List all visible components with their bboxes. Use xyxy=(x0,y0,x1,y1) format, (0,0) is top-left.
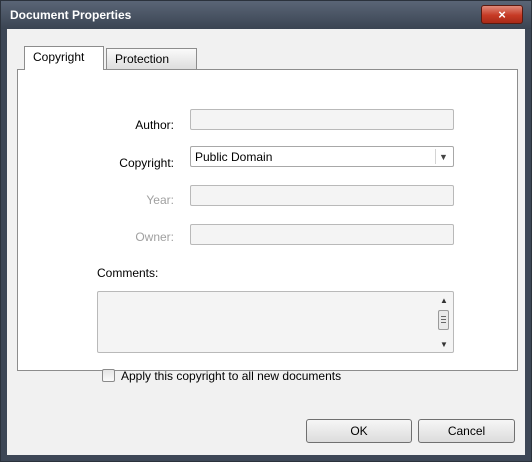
author-label: Author: xyxy=(135,118,174,132)
arrow-down-icon[interactable]: ▼ xyxy=(437,338,451,350)
tab-copyright-label: Copyright xyxy=(33,50,85,64)
comments-label: Comments: xyxy=(97,266,159,280)
dialog-body: Copyright Protection Author: Copyright: … xyxy=(7,29,525,455)
tab-copyright[interactable]: Copyright xyxy=(24,46,104,70)
ok-button[interactable]: OK xyxy=(306,419,412,443)
apply-copyright-checkbox[interactable] xyxy=(102,369,115,382)
copyright-label: Copyright: xyxy=(119,156,174,170)
apply-copyright-label: Apply this copyright to all new document… xyxy=(121,369,342,383)
tab-protection-label: Protection xyxy=(115,52,170,66)
ok-button-label: OK xyxy=(350,424,368,438)
copyright-tab-panel: Author: Copyright: Public Domain ▼ Year:… xyxy=(17,69,518,383)
cancel-button[interactable]: Cancel xyxy=(418,419,515,443)
document-properties-dialog: Document Properties × Copyright Protecti… xyxy=(0,0,532,462)
year-label: Year: xyxy=(146,193,174,207)
chevron-down-icon[interactable]: ▼ xyxy=(435,149,451,164)
title-bar[interactable]: Document Properties × xyxy=(1,1,531,29)
tab-protection[interactable]: Protection xyxy=(106,48,197,70)
copyright-selected-value: Public Domain xyxy=(195,150,273,164)
comments-textarea[interactable]: ▲ ▼ xyxy=(97,291,454,353)
year-input[interactable] xyxy=(190,185,454,206)
scroll-thumb[interactable] xyxy=(438,310,449,330)
owner-input[interactable] xyxy=(190,224,454,245)
owner-label: Owner: xyxy=(135,230,174,244)
copyright-select[interactable]: Public Domain ▼ xyxy=(190,146,454,167)
close-button[interactable]: × xyxy=(481,5,523,24)
cancel-button-label: Cancel xyxy=(447,424,486,438)
comments-scrollbar[interactable]: ▲ ▼ xyxy=(437,294,451,350)
arrow-up-icon[interactable]: ▲ xyxy=(437,294,451,306)
close-icon: × xyxy=(498,7,506,22)
dialog-title: Document Properties xyxy=(10,8,132,22)
author-input[interactable] xyxy=(190,109,454,130)
